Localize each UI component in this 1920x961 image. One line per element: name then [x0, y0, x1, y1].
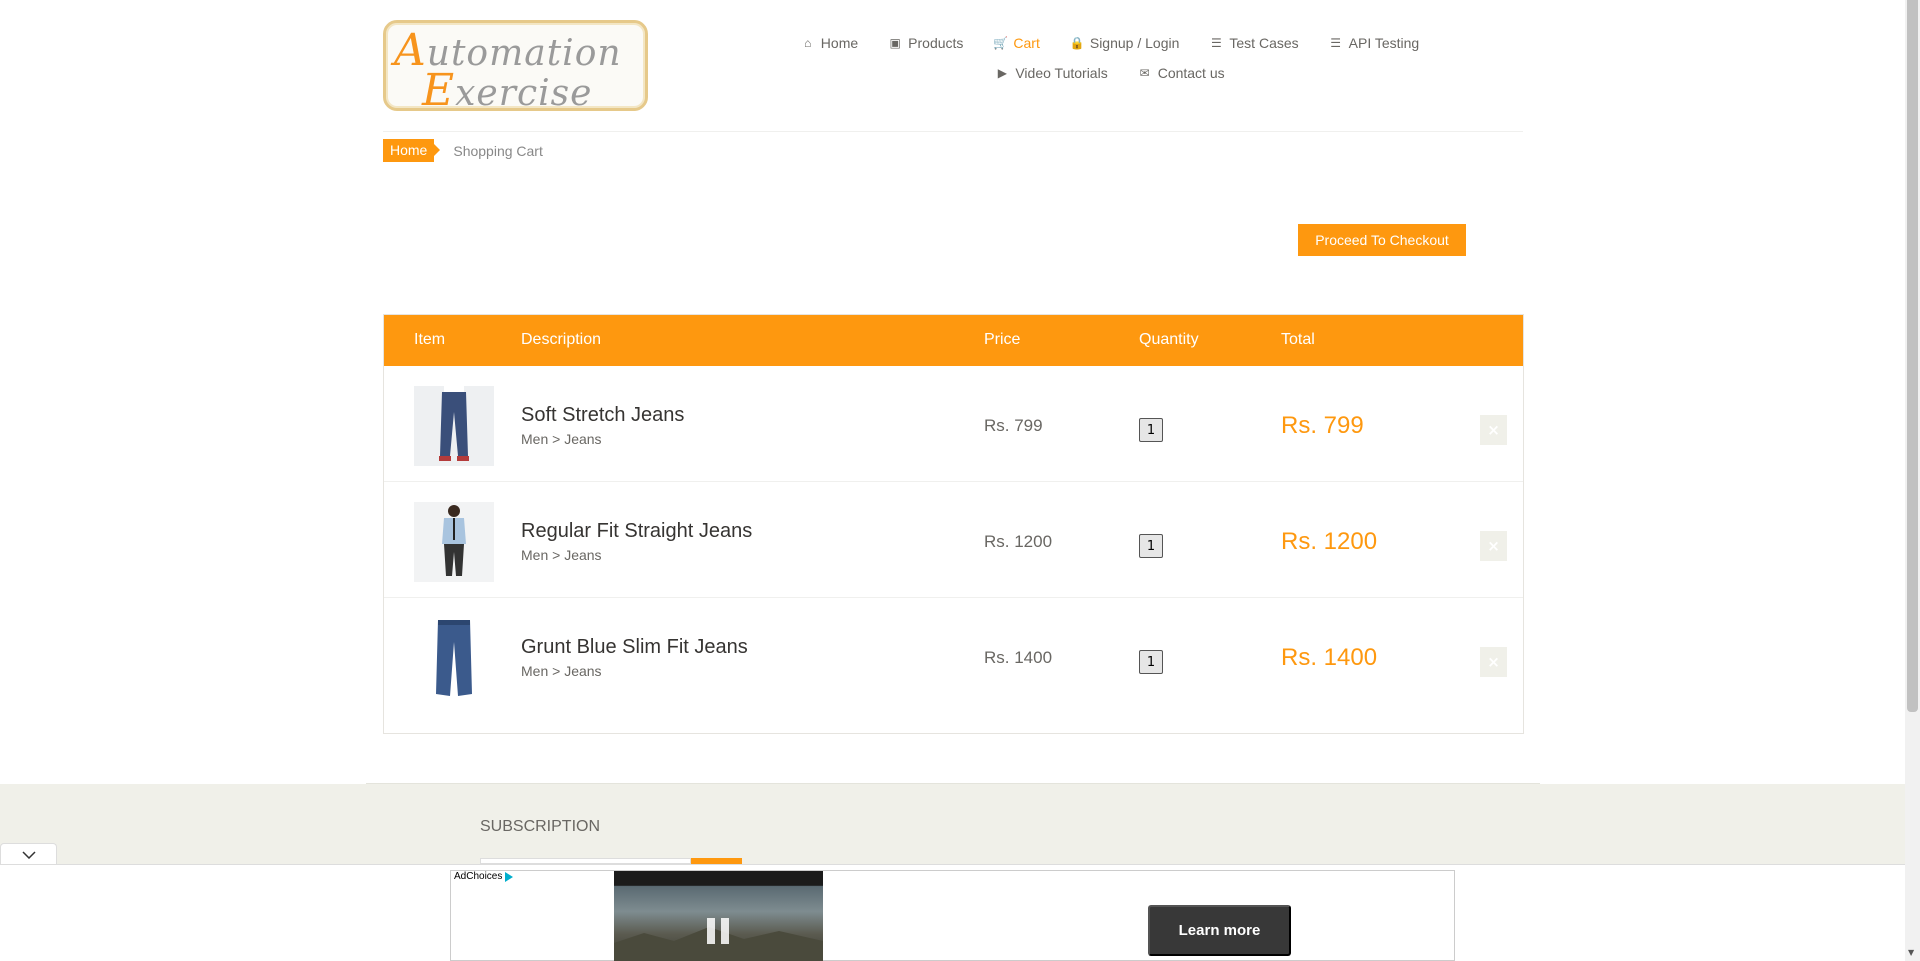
close-icon: × [1487, 421, 1500, 439]
close-icon: × [1487, 537, 1500, 555]
subscription-title: SUBSCRIPTION [480, 818, 601, 835]
header-item: Item [414, 331, 446, 348]
scroll-down-arrow-icon[interactable]: ▼ [1908, 948, 1918, 958]
nav-row-2: ▶ Video Tutorials ✉ Contact us [780, 58, 1440, 88]
product-image[interactable] [414, 502, 494, 582]
header-price: Price [984, 331, 1021, 348]
breadcrumb-home-link[interactable]: Home [383, 139, 441, 162]
header-divider [383, 131, 1523, 132]
header-description: Description [521, 331, 602, 348]
jeans-model-image [414, 502, 494, 582]
product-category: Men > Jeans [521, 547, 602, 563]
ad-video[interactable] [614, 871, 823, 961]
chevron-down-icon [21, 850, 36, 859]
product-image[interactable] [414, 618, 494, 698]
product-image[interactable] [414, 386, 494, 466]
briefcase-icon: ▣ [889, 36, 901, 50]
delete-item-button[interactable]: × [1480, 531, 1507, 561]
cart-row: Grunt Blue Slim Fit Jeans Men > Jeans Rs… [384, 598, 1523, 714]
product-name[interactable]: Regular Fit Straight Jeans [521, 520, 752, 543]
header-quantity: Quantity [1139, 331, 1199, 348]
adchoices-link[interactable]: AdChoices [454, 871, 514, 882]
nav-signup-login[interactable]: 🔒 Signup / Login [1055, 35, 1195, 51]
ad-frame[interactable] [450, 870, 1455, 961]
pause-icon[interactable] [707, 918, 731, 944]
list-icon: ☰ [1330, 36, 1342, 50]
learn-more-button[interactable]: Learn more [1148, 905, 1291, 956]
scrollbar-thumb[interactable] [1907, 0, 1918, 712]
jeans-model-image [414, 386, 494, 466]
main-nav: ⌂ Home ▣ Products 🛒 Cart 🔒 Signup / Login ☰ T… [780, 28, 1440, 88]
product-quantity[interactable]: 1 [1139, 650, 1163, 674]
nav-cart[interactable]: 🛒 Cart [978, 35, 1054, 51]
header-total: Total [1281, 331, 1315, 348]
cart-table: Item Description Price Quantity Total So… [383, 314, 1524, 734]
product-price: Rs. 799 [984, 416, 1043, 435]
product-total: Rs. 799 [1281, 412, 1364, 439]
envelope-icon: ✉ [1139, 66, 1150, 80]
product-name[interactable]: Soft Stretch Jeans [521, 404, 684, 427]
product-total: Rs. 1200 [1281, 528, 1378, 555]
nav-contact-us[interactable]: ✉ Contact us [1123, 65, 1240, 81]
product-price: Rs. 1400 [984, 648, 1053, 667]
nav-video-tutorials[interactable]: ▶ Video Tutorials [980, 65, 1122, 81]
nav-test-cases[interactable]: ☰ Test Cases [1194, 35, 1313, 51]
cart-table-header: Item Description Price Quantity Total [384, 315, 1523, 366]
product-category: Men > Jeans [521, 431, 602, 447]
nav-home[interactable]: ⌂ Home [786, 35, 873, 51]
delete-item-button[interactable]: × [1480, 415, 1507, 445]
site-logo[interactable]: Automation Exercise [383, 20, 648, 111]
ad-collapse-toggle[interactable] [0, 843, 57, 865]
cart-row: Soft Stretch Jeans Men > Jeans Rs. 799 1… [384, 366, 1523, 482]
product-total: Rs. 1400 [1281, 644, 1378, 671]
product-name[interactable]: Grunt Blue Slim Fit Jeans [521, 636, 748, 659]
close-icon: × [1487, 653, 1500, 671]
proceed-to-checkout-button[interactable]: Proceed To Checkout [1298, 224, 1466, 256]
adchoices-icon [505, 871, 514, 882]
youtube-icon: ▶ [997, 66, 1007, 80]
list-icon: ☰ [1211, 36, 1222, 50]
logo-line-2: Exercise [422, 65, 593, 111]
home-icon: ⌂ [804, 36, 812, 50]
cart-icon: 🛒 [993, 36, 1009, 50]
nav-api-testing[interactable]: ☰ API Testing [1314, 35, 1435, 51]
lock-icon: 🔒 [1069, 36, 1085, 50]
product-quantity[interactable]: 1 [1139, 534, 1163, 558]
cart-row: Regular Fit Straight Jeans Men > Jeans R… [384, 482, 1523, 598]
delete-item-button[interactable]: × [1480, 647, 1507, 677]
product-category: Men > Jeans [521, 663, 602, 679]
footer-divider [366, 783, 1540, 784]
breadcrumb-current: Shopping Cart [453, 142, 543, 159]
jeans-image [414, 618, 494, 698]
product-price: Rs. 1200 [984, 532, 1053, 551]
nav-row-1: ⌂ Home ▣ Products 🛒 Cart 🔒 Signup / Login ☰ T… [780, 28, 1440, 58]
site-header: Automation Exercise ⌂ Home ▣ Products 🛒 Car… [0, 0, 1905, 132]
breadcrumb: Home Shopping Cart [383, 139, 543, 162]
product-quantity[interactable]: 1 [1139, 418, 1163, 442]
nav-products[interactable]: ▣ Products [873, 35, 978, 51]
